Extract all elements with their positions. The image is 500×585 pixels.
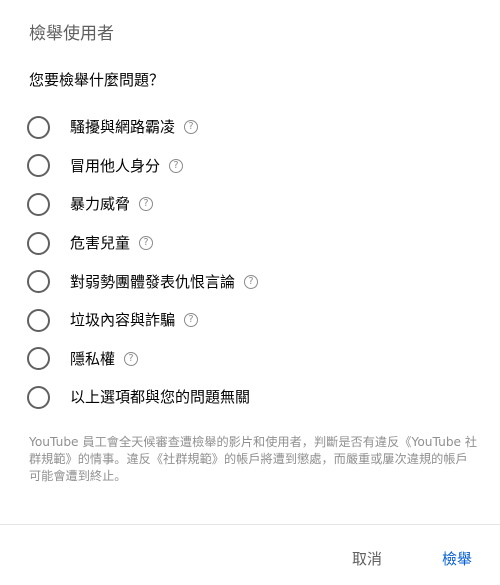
- option-label: 騷擾與網路霸凌: [70, 118, 176, 137]
- radio-unchecked-icon[interactable]: [27, 115, 50, 139]
- cancel-button[interactable]: 取消: [352, 545, 382, 573]
- help-circle-icon[interactable]: ?: [244, 274, 259, 289]
- help-circle-icon[interactable]: ?: [139, 197, 154, 212]
- option-child-endangerment[interactable]: 危害兒童 ?: [27, 224, 467, 263]
- help-circle-icon[interactable]: ?: [184, 120, 199, 135]
- radio-unchecked-icon[interactable]: [27, 231, 50, 255]
- help-circle-icon[interactable]: ?: [169, 158, 184, 173]
- option-spam-scams[interactable]: 垃圾內容與詐騙 ?: [27, 301, 467, 340]
- option-harassment[interactable]: 騷擾與網路霸凌 ?: [27, 108, 467, 147]
- radio-unchecked-icon[interactable]: [27, 385, 50, 409]
- option-none-of-these[interactable]: 以上選項都與您的問題無關: [27, 378, 467, 417]
- report-button[interactable]: 檢舉: [442, 545, 472, 573]
- report-user-dialog: 檢舉使用者 您要檢舉什麼問題？ 騷擾與網路霸凌 ? 冒用他人身分 ? 暴力威脅 …: [0, 0, 500, 585]
- option-label: 對弱勢團體發表仇恨言論: [70, 272, 236, 291]
- option-privacy[interactable]: 隱私權 ?: [27, 340, 467, 379]
- radio-unchecked-icon[interactable]: [27, 347, 50, 371]
- report-options-list: 騷擾與網路霸凌 ? 冒用他人身分 ? 暴力威脅 ? 危害兒童 ? 對弱勢團體發表…: [27, 108, 467, 417]
- report-question: 您要檢舉什麼問題？: [29, 71, 165, 89]
- help-circle-icon[interactable]: ?: [184, 313, 199, 328]
- option-label: 危害兒童: [70, 234, 131, 253]
- radio-unchecked-icon[interactable]: [27, 308, 50, 332]
- option-label: 垃圾內容與詐騙: [70, 311, 176, 330]
- option-label: 冒用他人身分: [70, 156, 161, 175]
- radio-unchecked-icon[interactable]: [27, 192, 50, 216]
- dialog-title: 檢舉使用者: [29, 24, 114, 44]
- radio-unchecked-icon[interactable]: [27, 270, 50, 294]
- option-label: 隱私權: [70, 349, 116, 368]
- option-hate-speech[interactable]: 對弱勢團體發表仇恨言論 ?: [27, 262, 467, 301]
- option-violent-threats[interactable]: 暴力威脅 ?: [27, 185, 467, 224]
- help-circle-icon[interactable]: ?: [139, 236, 154, 251]
- option-label: 以上選項都與您的問題無關: [70, 388, 251, 407]
- radio-unchecked-icon[interactable]: [27, 154, 50, 178]
- footer-divider: [0, 524, 500, 525]
- option-label: 暴力威脅: [70, 195, 131, 214]
- option-impersonation[interactable]: 冒用他人身分 ?: [27, 147, 467, 186]
- policy-disclaimer: YouTube 員工會全天候審查遭檢舉的影片和使用者，判斷是否有違反《YouTu…: [29, 435, 478, 483]
- help-circle-icon[interactable]: ?: [124, 351, 139, 366]
